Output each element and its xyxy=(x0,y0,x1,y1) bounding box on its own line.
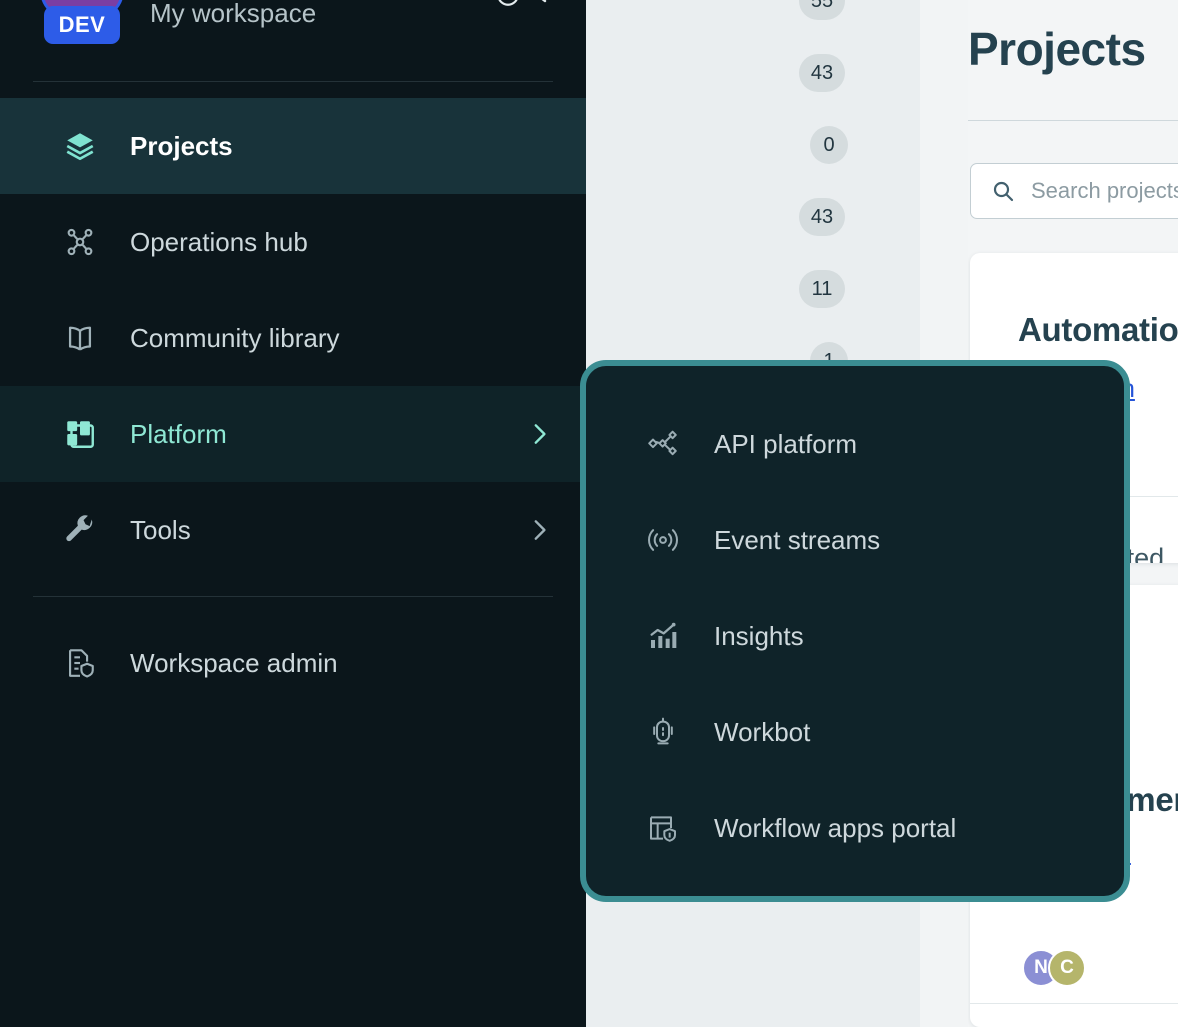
network-nodes-icon xyxy=(62,224,98,260)
count-badge: 11 xyxy=(799,270,845,308)
bar-chart-trend-icon xyxy=(646,619,680,653)
submenu-item-insights[interactable]: Insights xyxy=(586,588,1124,684)
sidebar-divider xyxy=(33,81,553,82)
avatar[interactable]: C xyxy=(1048,949,1086,987)
sidebar-item-workspace-admin[interactable]: Workspace admin xyxy=(0,615,586,711)
help-icon[interactable] xyxy=(495,0,521,13)
page-title: Projects xyxy=(968,23,1146,75)
title-divider xyxy=(968,120,1178,121)
document-shield-icon xyxy=(62,645,98,681)
count-badge: 55 xyxy=(799,0,845,20)
wrench-icon xyxy=(62,512,98,548)
app-layout-shield-icon xyxy=(646,811,680,845)
submenu-item-api-platform[interactable]: API platform xyxy=(586,396,1124,492)
search-placeholder: Search projects xyxy=(1031,178,1178,203)
sidebar-item-label: Community library xyxy=(130,322,340,353)
sidebar-item-operations-hub[interactable]: Operations hub xyxy=(0,194,586,290)
sidebar-item-label: Tools xyxy=(130,514,191,545)
grid-layout-icon xyxy=(62,416,98,452)
sidebar-item-label: Platform xyxy=(130,418,227,449)
sidebar-item-platform[interactable]: Platform xyxy=(0,386,586,482)
submenu-item-workbot[interactable]: Workbot xyxy=(586,684,1124,780)
app-screen: 55 43 0 43 11 1 Projects Search projects… xyxy=(0,0,1178,1027)
sidebar-item-community-library[interactable]: Community library xyxy=(0,290,586,386)
submenu-item-workflow-apps-portal[interactable]: Workflow apps portal xyxy=(586,780,1124,876)
open-book-icon xyxy=(62,320,98,356)
workspace-name[interactable]: My workspace xyxy=(150,0,316,29)
project-card-divider xyxy=(970,1003,1178,1004)
sidebar-item-label: Operations hub xyxy=(130,226,308,257)
sidebar-top-icons xyxy=(495,0,561,13)
collapse-sidebar-icon[interactable] xyxy=(531,0,561,13)
count-badge: 0 xyxy=(810,126,848,164)
sidebar-item-tools[interactable]: Tools xyxy=(0,482,586,578)
count-badge: 43 xyxy=(799,198,845,236)
platform-submenu-flyout: API platform Event streams Insights Work… xyxy=(580,360,1130,902)
broadcast-signal-icon xyxy=(646,523,680,557)
sidebar-item-label: Projects xyxy=(130,130,233,161)
project-card-title: Automation xyxy=(1018,311,1178,348)
submenu-item-label: API platform xyxy=(714,428,858,459)
search-input[interactable]: Search projects xyxy=(970,163,1178,219)
sidebar-item-projects[interactable]: Projects xyxy=(0,98,586,194)
count-badge: 43 xyxy=(799,54,845,92)
layers-icon xyxy=(62,128,98,164)
submenu-item-label: Workflow apps portal xyxy=(714,812,957,843)
sidebar: N DEV My workspace xyxy=(0,0,586,1027)
sidebar-nav: Projects Operations hub Community librar… xyxy=(0,98,586,711)
submenu-item-label: Workbot xyxy=(714,716,811,747)
submenu-item-event-streams[interactable]: Event streams xyxy=(586,492,1124,588)
environment-badge: DEV xyxy=(44,6,120,44)
sidebar-section-divider xyxy=(33,596,553,597)
search-icon xyxy=(991,179,1015,203)
submenu-item-label: Event streams xyxy=(714,524,881,555)
collaborator-avatars: N C xyxy=(1022,949,1086,987)
sidebar-item-label: Workspace admin xyxy=(130,647,338,678)
workspace-logo[interactable]: N DEV xyxy=(40,0,124,50)
submenu-item-label: Insights xyxy=(714,620,804,651)
chevron-right-icon xyxy=(526,419,552,449)
robot-icon xyxy=(646,715,680,749)
chevron-right-icon xyxy=(526,515,552,545)
node-graph-icon xyxy=(646,427,680,461)
